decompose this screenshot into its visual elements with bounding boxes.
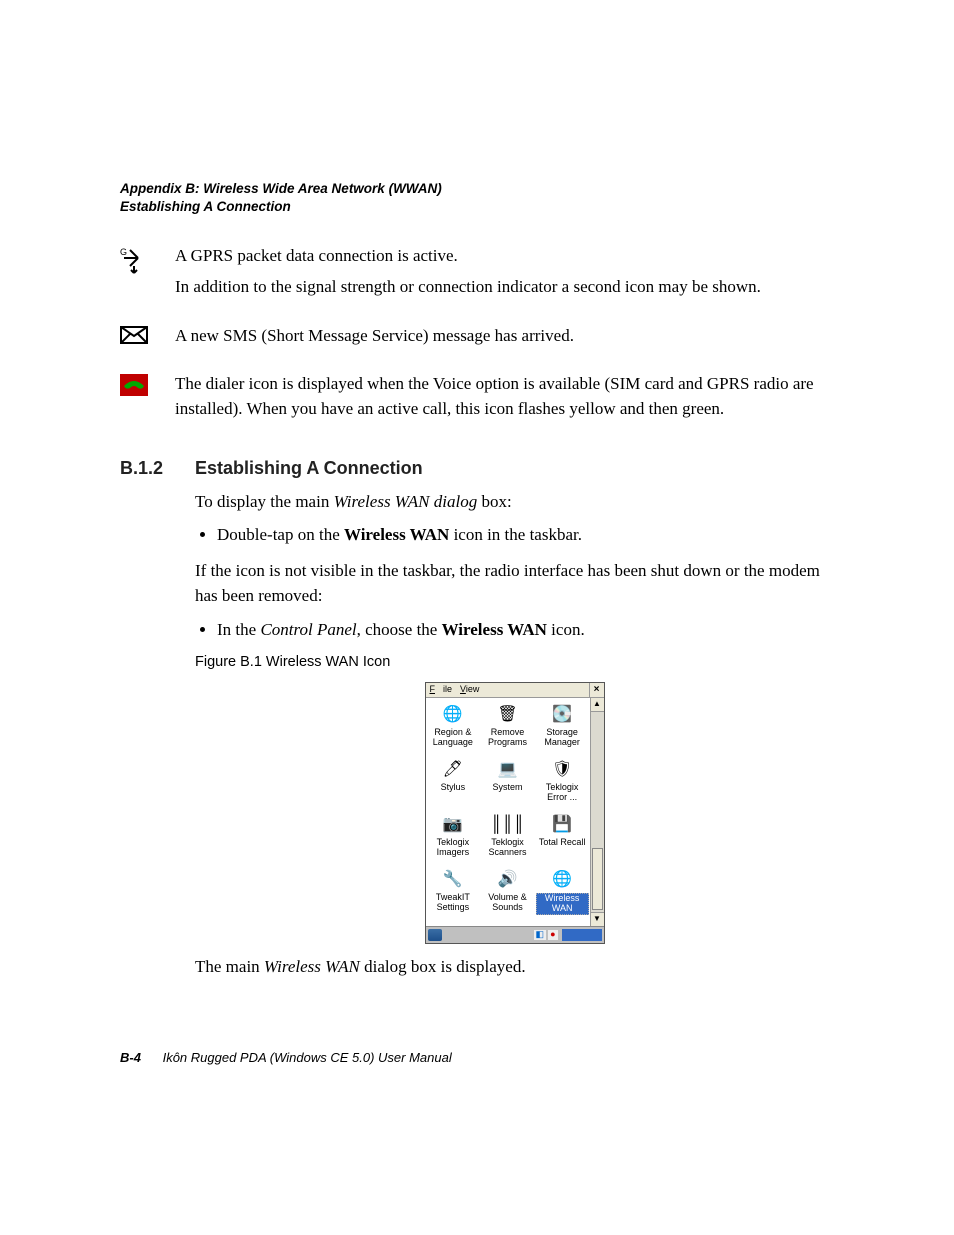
cp-item-teklogix-error-[interactable]: 🛡Teklogix Error ... <box>535 755 590 810</box>
header-line2: Establishing A Connection <box>120 198 834 216</box>
dialer-text: The dialer icon is displayed when the Vo… <box>175 372 834 421</box>
cp-item-teklogix-scanners[interactable]: ║║║Teklogix Scanners <box>480 810 535 865</box>
sms-icon <box>120 326 148 349</box>
total-recall-icon: 💾 <box>551 814 573 836</box>
page-header: Appendix B: Wireless Wide Area Network (… <box>120 180 834 216</box>
gprs-icon: G <box>120 246 144 279</box>
icon-row-sms: A new SMS (Short Message Service) messag… <box>120 324 834 355</box>
tray-icon[interactable]: ◧ <box>534 930 547 939</box>
start-button[interactable] <box>428 929 442 941</box>
cp-item-label: Volume & Sounds <box>481 893 534 913</box>
cp-item-storage-manager[interactable]: 💽Storage Manager <box>535 700 590 755</box>
cp-item-label: Storage Manager <box>536 728 589 748</box>
cp-item-wireless-wan[interactable]: 🌐Wireless WAN <box>535 865 590 920</box>
scroll-up-icon[interactable]: ▲ <box>591 698 604 712</box>
cp-item-label: TweakIT Settings <box>427 893 480 913</box>
cp-item-label: Total Recall <box>539 838 586 848</box>
cp-item-stylus[interactable]: 🖊 Stylus <box>426 755 481 810</box>
control-panel-grid: 🌐Region & Language🗑Remove Programs💽Stora… <box>426 698 590 926</box>
tray-icon[interactable]: ● <box>548 930 557 939</box>
svg-text:G: G <box>120 247 127 257</box>
cp-item-region-language[interactable]: 🌐Region & Language <box>426 700 481 755</box>
teklogix-error--icon: 🛡 <box>551 759 573 781</box>
section-heading: B.1.2 Establishing A Connection <box>120 458 834 479</box>
storage-manager-icon: 💽 <box>551 704 573 726</box>
cp-item-total-recall[interactable]: 💾 Total Recall <box>535 810 590 865</box>
wireless-wan-icon: 🌐 <box>551 869 573 891</box>
tweakit-settings-icon: 🔧 <box>442 869 464 891</box>
system-tray[interactable]: ◧ ● <box>534 930 558 939</box>
footer-title: Ikôn Rugged PDA (Windows CE 5.0) User Ma… <box>163 1050 452 1065</box>
system-icon: 💻 <box>496 759 518 781</box>
cp-item-system[interactable]: 💻 System <box>480 755 535 810</box>
scroll-track[interactable] <box>591 712 604 912</box>
gprs-text1: A GPRS packet data connection is active. <box>175 244 834 269</box>
stylus-icon: 🖊 <box>442 759 464 781</box>
cp-item-label: Wireless WAN <box>536 893 589 915</box>
close-icon[interactable]: × <box>589 683 604 697</box>
section-number: B.1.2 <box>120 458 195 479</box>
taskbar-right[interactable] <box>562 929 602 941</box>
scrollbar[interactable]: ▲ ▼ <box>590 698 604 926</box>
page-number: B-4 <box>120 1050 141 1065</box>
teklogix-scanners-icon: ║║║ <box>496 814 518 836</box>
region-language-icon: 🌐 <box>442 704 464 726</box>
cp-item-label: Teklogix Imagers <box>427 838 480 858</box>
scroll-thumb[interactable] <box>592 848 603 910</box>
closing-text: The main Wireless WAN dialog box is disp… <box>195 954 834 980</box>
cp-item-volume-sounds[interactable]: 🔊Volume & Sounds <box>480 865 535 920</box>
icon-row-dialer: The dialer icon is displayed when the Vo… <box>120 372 834 427</box>
control-panel-window[interactable]: File View × 🌐Region & Language🗑Remove Pr… <box>425 682 605 944</box>
remove-programs-icon: 🗑 <box>496 704 518 726</box>
menu-file[interactable]: File <box>426 685 457 694</box>
volume-sounds-icon: 🔊 <box>496 869 518 891</box>
cp-item-label: Teklogix Error ... <box>536 783 589 803</box>
gprs-text2: In addition to the signal strength or co… <box>175 275 834 300</box>
cp-item-label: Remove Programs <box>481 728 534 748</box>
figure-caption: Figure B.1 Wireless WAN Icon <box>195 652 834 674</box>
bullet-2: In the Control Panel, choose the Wireles… <box>217 617 834 643</box>
scroll-down-icon[interactable]: ▼ <box>591 912 604 926</box>
icon-row-gprs: G A GPRS packet data connection is activ… <box>120 244 834 305</box>
cp-item-label: Region & Language <box>427 728 480 748</box>
dialer-icon <box>120 374 148 401</box>
teklogix-imagers-icon: 📷 <box>442 814 464 836</box>
page-footer: B-4 Ikôn Rugged PDA (Windows CE 5.0) Use… <box>120 1050 452 1065</box>
section-title: Establishing A Connection <box>195 458 423 479</box>
header-line1: Appendix B: Wireless Wide Area Network (… <box>120 180 834 198</box>
cp-item-label: Stylus <box>441 783 466 793</box>
taskbar[interactable]: ◧ ● <box>426 926 604 943</box>
menubar[interactable]: File View × <box>426 683 604 698</box>
sms-text: A new SMS (Short Message Service) messag… <box>175 324 834 349</box>
menu-view[interactable]: View <box>456 685 483 694</box>
bullet-1: Double-tap on the Wireless WAN icon in t… <box>217 522 834 548</box>
cp-item-label: Teklogix Scanners <box>481 838 534 858</box>
cp-item-teklogix-imagers[interactable]: 📷Teklogix Imagers <box>426 810 481 865</box>
cp-item-label: System <box>492 783 522 793</box>
p2: If the icon is not visible in the taskba… <box>195 558 834 609</box>
cp-item-tweakit-settings[interactable]: 🔧TweakIT Settings <box>426 865 481 920</box>
cp-item-remove-programs[interactable]: 🗑Remove Programs <box>480 700 535 755</box>
intro-text: To display the main Wireless WAN dialog … <box>195 489 834 515</box>
